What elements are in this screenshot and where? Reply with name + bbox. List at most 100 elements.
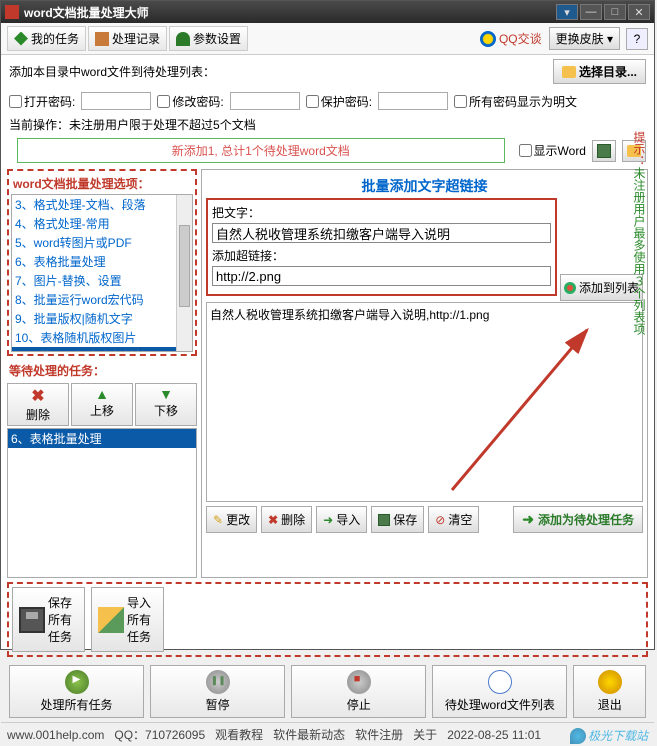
pending-list[interactable]: 6、表格批量处理 xyxy=(7,428,197,578)
option-item[interactable]: 3、格式处理-文档、段落 xyxy=(12,195,192,214)
option-item[interactable]: 8、批量运行word宏代码 xyxy=(12,290,192,309)
link-label: 添加超链接： xyxy=(212,247,551,264)
pending-title: 等待处理的任务： xyxy=(7,360,197,381)
dropdown-icon[interactable]: ▾ xyxy=(556,4,578,20)
pending-files-button[interactable]: 待处理word文件列表 xyxy=(432,665,567,718)
delete-button-2[interactable]: ✖删除 xyxy=(261,506,312,533)
disk-icon xyxy=(378,514,390,526)
import-all-tasks-button[interactable]: 导入所有任务 xyxy=(91,587,164,652)
help-button[interactable]: ? xyxy=(626,28,648,50)
options-title: word文档批量处理选项： xyxy=(11,173,193,194)
flower-icon xyxy=(564,282,576,294)
show-word-check[interactable]: 显示Word xyxy=(519,142,586,159)
chevron-down-icon: ▾ xyxy=(607,32,613,46)
maximize-button[interactable]: □ xyxy=(604,4,626,20)
text-label: 把文字： xyxy=(212,204,551,221)
x-icon: ✖ xyxy=(31,386,44,406)
modify-pwd-input[interactable] xyxy=(230,92,300,110)
option-item[interactable]: 11、批量添加文字超链接 xyxy=(12,347,192,352)
app-window: word文档批量处理大师 ▾ — □ ✕ 我的任务 处理记录 参数设置 QQ交谈… xyxy=(0,0,655,650)
records-tab[interactable]: 处理记录 xyxy=(88,26,167,51)
password-row: 打开密码: 修改密码: 保护密码: 所有密码显示为明文 xyxy=(1,88,654,114)
pause-icon xyxy=(206,670,230,694)
qq-icon xyxy=(480,31,496,47)
option-item[interactable]: 10、表格随机版权图片 xyxy=(12,328,192,347)
clear-button[interactable]: ⊘清空 xyxy=(428,506,479,533)
move-up-button[interactable]: ▲上移 xyxy=(71,383,133,426)
status-news[interactable]: 软件最新动态 xyxy=(273,726,345,743)
process-all-button[interactable]: 处理所有任务 xyxy=(9,665,144,718)
status-tutorial[interactable]: 观看教程 xyxy=(215,726,263,743)
open-pwd-input[interactable] xyxy=(81,92,151,110)
footer-toolbar: 处理所有任务 暂停 停止 待处理word文件列表 退出 xyxy=(1,661,654,722)
option-item[interactable]: 7、图片-替换、设置 xyxy=(12,271,192,290)
scrollbar[interactable] xyxy=(176,195,192,351)
link-input[interactable] xyxy=(212,266,551,286)
my-tasks-tab[interactable]: 我的任务 xyxy=(7,26,86,51)
exit-icon xyxy=(598,670,622,694)
clear-icon: ⊘ xyxy=(435,513,445,527)
save-all-tasks-button[interactable]: 保存所有任务 xyxy=(12,587,85,652)
delete-button[interactable]: ✖删除 xyxy=(7,383,69,426)
main-toolbar: 我的任务 处理记录 参数设置 QQ交谈 更换皮肤 ▾ ? xyxy=(1,23,654,55)
result-item[interactable]: 自然人税收管理系统扣缴客户端导入说明,http://1.png xyxy=(210,306,639,323)
show-plain-check[interactable]: 所有密码显示为明文 xyxy=(454,93,577,110)
qq-chat-button[interactable]: QQ交谈 xyxy=(475,28,547,49)
document-icon xyxy=(488,670,512,694)
save-button-2[interactable]: 保存 xyxy=(371,506,424,533)
result-list[interactable]: 自然人税收管理系统扣缴客户端导入说明,http://1.png xyxy=(206,302,643,502)
exit-button[interactable]: 退出 xyxy=(573,665,646,718)
save-button[interactable] xyxy=(592,140,616,162)
text-input[interactable] xyxy=(212,223,551,243)
right-panel: 批量添加文字超链接 把文字： 添加超链接： 添加到列表 自然人税收管理系统扣缴客… xyxy=(201,169,648,578)
status-about[interactable]: 关于 xyxy=(413,726,437,743)
change-skin-button[interactable]: 更换皮肤 ▾ xyxy=(549,27,620,50)
window-title: word文档批量处理大师 xyxy=(24,4,556,21)
panel-title: 批量添加文字超链接 xyxy=(206,174,643,198)
stop-button[interactable]: 停止 xyxy=(291,665,426,718)
add-dir-row: 添加本目录中word文件到待处理列表： 选择目录... xyxy=(1,55,654,88)
play-icon xyxy=(65,670,89,694)
status-register[interactable]: 软件注册 xyxy=(355,726,403,743)
add-as-task-button[interactable]: ➜添加为待处理任务 xyxy=(513,506,643,533)
watermark-icon xyxy=(570,728,586,744)
options-panel: word文档批量处理选项： 3、格式处理-文档、段落4、格式处理-常用5、wor… xyxy=(7,169,197,356)
status-qq: QQ：710726095 xyxy=(114,726,205,743)
select-dir-button[interactable]: 选择目录... xyxy=(553,59,646,84)
status-url[interactable]: www.001help.com xyxy=(7,728,104,742)
disk-icon xyxy=(19,607,45,633)
move-down-button[interactable]: ▼下移 xyxy=(135,383,197,426)
modify-pwd-check[interactable]: 修改密码: xyxy=(157,93,223,110)
briefcase-icon xyxy=(95,32,109,46)
open-pwd-check[interactable]: 打开密码: xyxy=(9,93,75,110)
import-icon: ➜ xyxy=(323,513,333,527)
import-button[interactable]: ➜导入 xyxy=(316,506,367,533)
titlebar: word文档批量处理大师 ▾ — □ ✕ xyxy=(1,1,654,23)
protect-pwd-input[interactable] xyxy=(378,92,448,110)
current-op-row: 当前操作：未注册用户限于处理不超过5个文档 xyxy=(1,114,654,135)
input-frame: 把文字： 添加超链接： xyxy=(206,198,557,296)
option-item[interactable]: 5、word转图片或PDF xyxy=(12,233,192,252)
tree-icon xyxy=(176,32,190,46)
folder-icon xyxy=(562,66,576,78)
pending-item[interactable]: 6、表格批量处理 xyxy=(8,429,196,448)
change-button[interactable]: ✎更改 xyxy=(206,506,257,533)
pause-button[interactable]: 暂停 xyxy=(150,665,285,718)
play-icon xyxy=(14,32,28,46)
option-item[interactable]: 9、批量版权|随机文字 xyxy=(12,309,192,328)
status-banner: 新添加1, 总计1个待处理word文档 xyxy=(17,138,505,163)
status-datetime: 2022-08-25 11:01 xyxy=(447,728,541,742)
x-icon: ✖ xyxy=(268,513,278,527)
option-item[interactable]: 6、表格批量处理 xyxy=(12,252,192,271)
close-button[interactable]: ✕ xyxy=(628,4,650,20)
add-dir-label: 添加本目录中word文件到待处理列表： xyxy=(9,63,215,80)
arrow-right-icon: ➜ xyxy=(522,511,534,528)
protect-pwd-check[interactable]: 保护密码: xyxy=(306,93,372,110)
import-icon xyxy=(98,607,124,633)
options-list[interactable]: 3、格式处理-文档、段落4、格式处理-常用5、word转图片或PDF6、表格批量… xyxy=(11,194,193,352)
arrow-down-icon: ▼ xyxy=(159,386,173,402)
option-item[interactable]: 4、格式处理-常用 xyxy=(12,214,192,233)
app-icon xyxy=(5,5,19,19)
params-tab[interactable]: 参数设置 xyxy=(169,26,248,51)
minimize-button[interactable]: — xyxy=(580,4,602,20)
